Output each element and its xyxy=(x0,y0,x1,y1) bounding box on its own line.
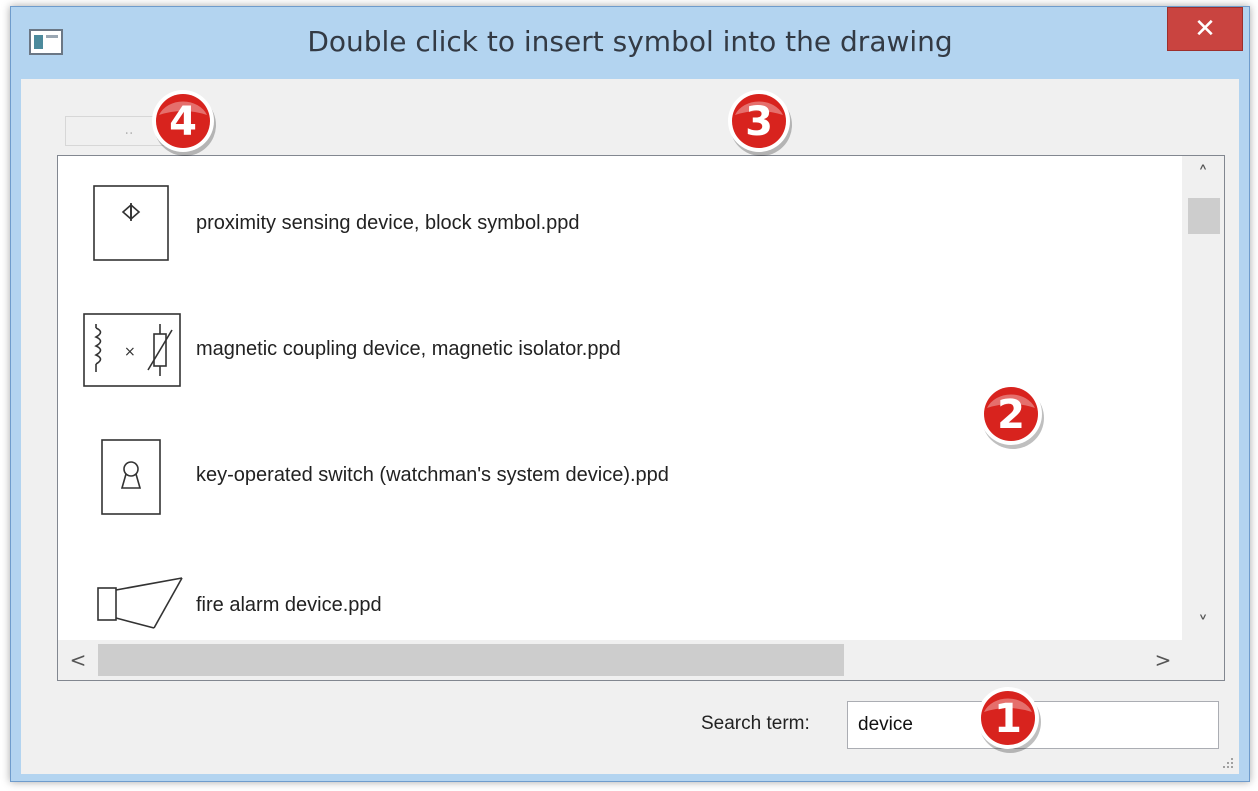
callout-badge-1: 1 xyxy=(977,687,1041,753)
resize-grip-icon[interactable] xyxy=(1219,754,1235,770)
vertical-scroll-thumb[interactable] xyxy=(1188,198,1220,234)
list-item-label: key-operated switch (watchman's system d… xyxy=(196,464,669,486)
horizontal-scroll-thumb[interactable] xyxy=(98,644,844,676)
callout-number: 2 xyxy=(997,392,1025,438)
list-item-label: fire alarm device.ppd xyxy=(196,594,382,616)
callout-number: 3 xyxy=(745,99,773,145)
symbol-list[interactable]: proximity sensing device, block symbol.p… xyxy=(57,155,1225,681)
vertical-scrollbar[interactable]: ˄ ˅ xyxy=(1182,156,1224,642)
list-item-label: magnetic coupling device, magnetic isola… xyxy=(196,338,621,360)
horizontal-scrollbar[interactable]: < > xyxy=(58,640,1183,680)
key-switch-symbol-icon xyxy=(101,439,161,515)
dialog-body: .. proximity sensing device, block symbo… xyxy=(21,79,1239,774)
callout-badge-3: 3 xyxy=(728,90,792,156)
scroll-right-arrow-icon[interactable]: > xyxy=(1143,640,1183,680)
scroll-left-arrow-icon[interactable]: < xyxy=(58,640,98,680)
callout-badge-4: 4 xyxy=(152,90,216,156)
svg-text:×: × xyxy=(124,344,136,360)
callout-badge-2: 2 xyxy=(980,383,1044,449)
list-item[interactable]: proximity sensing device, block symbol.p… xyxy=(58,184,1183,304)
window-title: Double click to insert symbol into the d… xyxy=(307,25,953,58)
scroll-up-arrow-icon[interactable]: ˄ xyxy=(1182,156,1224,192)
list-item[interactable]: key-operated switch (watchman's system d… xyxy=(58,438,1183,558)
list-item-label: proximity sensing device, block symbol.p… xyxy=(196,212,580,234)
close-button[interactable]: ✕ xyxy=(1167,7,1243,51)
callout-number: 1 xyxy=(994,696,1022,742)
proximity-sensing-symbol-icon xyxy=(93,185,169,261)
magnetic-isolator-symbol-icon: × xyxy=(83,313,181,387)
callout-number: 4 xyxy=(169,99,197,145)
search-term-label: Search term: xyxy=(701,713,810,734)
scroll-down-arrow-icon[interactable]: ˅ xyxy=(1182,606,1224,642)
title-bar[interactable]: Double click to insert symbol into the d… xyxy=(11,7,1249,79)
scrollbar-corner xyxy=(1182,640,1224,680)
